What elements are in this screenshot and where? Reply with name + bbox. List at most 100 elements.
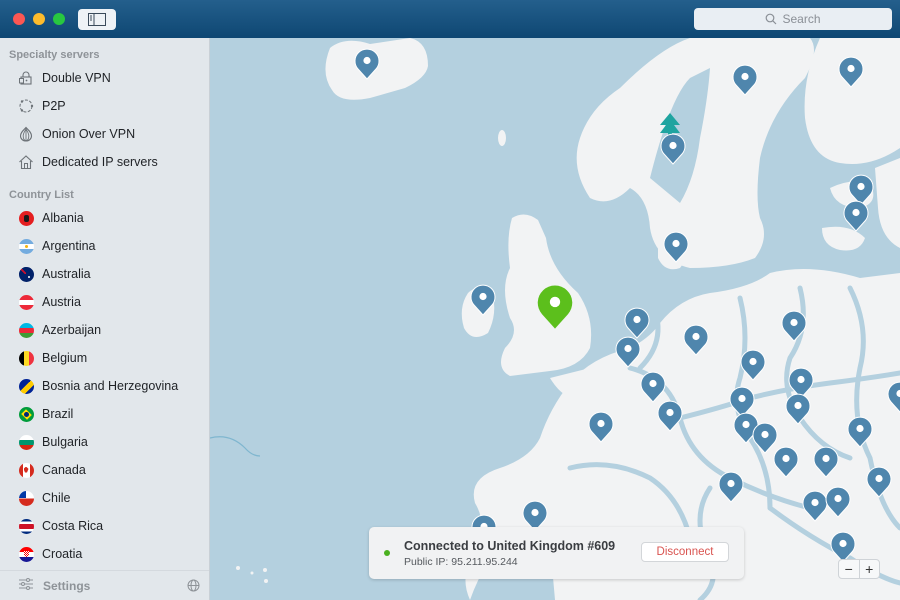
zoom-out-button[interactable]: − — [839, 560, 859, 578]
map-pin-icon — [825, 486, 851, 518]
map-zoom-controls: − + — [838, 559, 880, 579]
sidebar-item-double-vpn[interactable]: Double VPN — [0, 64, 209, 92]
map-pin-icon — [663, 231, 689, 263]
server-pin[interactable] — [785, 393, 811, 425]
server-pin[interactable] — [825, 486, 851, 518]
map-pin-icon — [866, 466, 892, 498]
brazil-flag-icon — [18, 406, 34, 422]
country-item-croatia[interactable]: Croatia — [0, 540, 209, 568]
sidebar-item-label: Dedicated IP servers — [42, 155, 158, 169]
server-pin[interactable] — [663, 231, 689, 263]
server-pin[interactable] — [683, 324, 709, 356]
settings-sliders-icon — [19, 577, 33, 595]
map-pin-icon — [657, 400, 683, 432]
map-pin-icon — [537, 285, 573, 329]
server-pin[interactable] — [615, 336, 641, 368]
country-item-costa-rica[interactable]: Costa Rica — [0, 512, 209, 540]
country-list-heading: Country List — [9, 189, 74, 201]
country-item-albania[interactable]: Albania — [0, 204, 209, 232]
map-pin-icon — [773, 446, 799, 478]
globe-icon[interactable] — [187, 579, 200, 597]
server-map[interactable] — [210, 38, 900, 600]
sidebar-toggle-button[interactable] — [78, 9, 116, 30]
country-label: Chile — [42, 491, 71, 505]
sidebar-item-dedicated-ip[interactable]: Dedicated IP servers — [0, 148, 209, 176]
country-item-belgium[interactable]: Belgium — [0, 344, 209, 372]
server-pin[interactable] — [843, 200, 869, 232]
server-pin[interactable] — [773, 446, 799, 478]
sidebar-icon — [88, 13, 106, 26]
server-pin[interactable] — [838, 56, 864, 88]
close-window-button[interactable] — [13, 13, 25, 25]
country-item-austria[interactable]: Austria — [0, 288, 209, 316]
map-pin-icon — [588, 411, 614, 443]
map-pin-icon — [732, 64, 758, 96]
country-label: Costa Rica — [42, 519, 104, 533]
server-pin[interactable] — [866, 466, 892, 498]
server-pin[interactable] — [640, 371, 666, 403]
search-input[interactable]: Search — [694, 8, 892, 30]
country-item-bulgaria[interactable]: Bulgaria — [0, 428, 209, 456]
sidebar-item-label: Double VPN — [42, 71, 111, 85]
settings-button[interactable]: Settings — [0, 570, 209, 600]
search-icon — [766, 13, 777, 25]
titlebar: Search — [0, 0, 900, 38]
map-pin-icon — [470, 284, 496, 316]
croatia-flag-icon — [18, 546, 34, 562]
country-item-argentina[interactable]: Argentina — [0, 232, 209, 260]
country-item-azerbaijan[interactable]: Azerbaijan — [0, 316, 209, 344]
canada-flag-icon — [18, 462, 34, 478]
public-ip: Public IP: 95.211.95.244 — [404, 556, 518, 568]
country-item-australia[interactable]: Australia — [0, 260, 209, 288]
map-pin-icon — [781, 310, 807, 342]
specialty-servers-heading: Specialty servers — [9, 49, 100, 61]
sidebar: Specialty servers Double VPN P2P Onion O… — [0, 38, 210, 600]
minimize-window-button[interactable] — [33, 13, 45, 25]
country-item-brazil[interactable]: Brazil — [0, 400, 209, 428]
server-pin[interactable] — [470, 284, 496, 316]
sidebar-item-p2p[interactable]: P2P — [0, 92, 209, 120]
server-pin[interactable] — [887, 381, 900, 413]
belgium-flag-icon — [18, 350, 34, 366]
map-pin-icon — [843, 200, 869, 232]
connection-title: Connected to United Kingdom #609 — [404, 539, 616, 553]
sidebar-item-label: Onion Over VPN — [42, 127, 136, 141]
server-pin[interactable] — [657, 400, 683, 432]
costa-rica-flag-icon — [18, 518, 34, 534]
country-label: Canada — [42, 463, 86, 477]
server-pin[interactable] — [588, 411, 614, 443]
argentina-flag-icon — [18, 238, 34, 254]
sidebar-item-onion-over-vpn[interactable]: Onion Over VPN — [0, 120, 209, 148]
country-item-bosnia[interactable]: Bosnia and Herzegovina — [0, 372, 209, 400]
map-pin-icon — [785, 393, 811, 425]
nordvpn-window: Search Specialty servers Double VPN P2P … — [0, 0, 900, 600]
disconnect-button[interactable]: Disconnect — [641, 542, 729, 562]
azerbaijan-flag-icon — [18, 322, 34, 338]
server-pin[interactable] — [781, 310, 807, 342]
server-pin[interactable] — [354, 48, 380, 80]
server-pin[interactable] — [847, 416, 873, 448]
server-pin[interactable] — [624, 307, 650, 339]
server-pin[interactable] — [732, 64, 758, 96]
active-server-pin[interactable] — [536, 284, 574, 330]
country-label: Croatia — [42, 547, 83, 561]
maximize-window-button[interactable] — [53, 13, 65, 25]
zoom-in-button[interactable]: + — [860, 560, 880, 578]
country-label: Belgium — [42, 351, 88, 365]
search-placeholder: Search — [782, 12, 821, 26]
map-pin-icon — [813, 446, 839, 478]
connected-indicator-dot — [384, 550, 390, 556]
map-pin-icon — [683, 324, 709, 356]
map-pin-icon — [887, 381, 900, 413]
server-pin[interactable] — [660, 133, 686, 165]
country-item-chile[interactable]: Chile — [0, 484, 209, 512]
sidebar-item-label: P2P — [42, 99, 66, 113]
chile-flag-icon — [18, 490, 34, 506]
country-label: Argentina — [42, 239, 96, 253]
bulgaria-flag-icon — [18, 434, 34, 450]
server-pin[interactable] — [718, 471, 744, 503]
country-item-canada[interactable]: Canada — [0, 456, 209, 484]
bosnia-flag-icon — [18, 378, 34, 394]
server-pin[interactable] — [740, 349, 766, 381]
server-pin[interactable] — [813, 446, 839, 478]
